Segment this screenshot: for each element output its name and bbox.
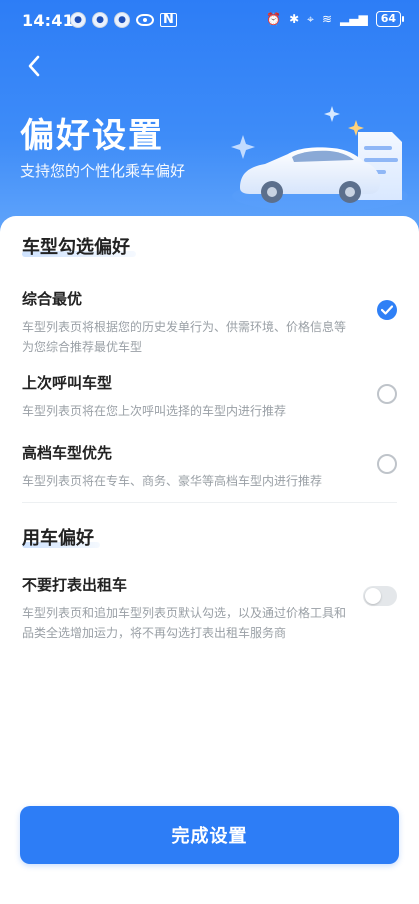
- radio-unchecked-icon[interactable]: [377, 384, 397, 404]
- checkmark-icon: [381, 305, 393, 315]
- page-subtitle: 支持您的个性化乘车偏好: [20, 162, 186, 180]
- app-icon: ●: [114, 12, 130, 28]
- section-title-text: 车型勾选偏好: [22, 237, 130, 258]
- status-bar: 14:41 ● ● ● N ⏰ ✱ ⌖ ≋ ▂▄▆ 64: [0, 0, 419, 44]
- option-title: 高档车型优先: [22, 444, 113, 462]
- preference-settings-screen: 14:41 ● ● ● N ⏰ ✱ ⌖ ≋ ▂▄▆ 64 偏好设置 支持您的个性…: [0, 0, 419, 904]
- option-title: 不要打表出租车: [22, 576, 128, 594]
- location-icon: ⌖: [307, 11, 314, 26]
- radio-checked-icon[interactable]: [377, 300, 397, 320]
- option-title: 综合最优: [22, 290, 83, 308]
- back-button[interactable]: [18, 50, 50, 82]
- radio-unchecked-icon[interactable]: [377, 454, 397, 474]
- app-icon: ●: [92, 12, 108, 28]
- section-divider: [22, 502, 397, 503]
- signal-icon: ▂▄▆: [340, 12, 368, 26]
- option-premium-first[interactable]: 高档车型优先 车型列表页将在专车、商务、豪华等高档车型内进行推荐: [22, 442, 397, 491]
- alarm-icon: ⏰: [266, 12, 282, 26]
- battery-icon: 64: [375, 11, 405, 27]
- toggle-knob: [365, 588, 381, 604]
- battery-level: 64: [380, 12, 396, 25]
- status-time: 14:41: [22, 11, 74, 30]
- option-title: 上次呼叫车型: [22, 374, 113, 392]
- section-title-usage: 用车偏好: [22, 524, 100, 550]
- wifi-icon: ≋: [321, 12, 332, 26]
- section-title-car-type: 车型勾选偏好: [22, 233, 136, 259]
- option-comprehensive-best[interactable]: 综合最优 车型列表页将根据您的历史发单行为、供需环境、价格信息等为您综合推荐最优…: [22, 288, 397, 357]
- finish-settings-button[interactable]: 完成设置: [20, 806, 399, 864]
- status-left-icons: ● ● ● N: [70, 12, 177, 28]
- nfc-icon: N: [160, 13, 177, 27]
- content-card: 车型勾选偏好 综合最优 车型列表页将根据您的历史发单行为、供需环境、价格信息等为…: [0, 216, 419, 904]
- toggle-switch[interactable]: [363, 586, 397, 606]
- bluetooth-icon: ✱: [289, 12, 300, 26]
- car-illustration: [231, 106, 408, 212]
- chevron-left-icon: [28, 55, 40, 77]
- status-right-icons: ⏰ ✱ ⌖ ≋ ▂▄▆ 64: [266, 11, 405, 27]
- option-description: 车型列表页将在专车、商务、豪华等高档车型内进行推荐: [22, 474, 323, 488]
- page-title: 偏好设置: [20, 116, 164, 156]
- option-description: 车型列表页将在您上次呼叫选择的车型内进行推荐: [22, 404, 287, 418]
- app-icon: ●: [70, 12, 86, 28]
- option-description: 车型列表页和追加车型列表页默认勾选，以及通过价格工具和品类全选增加运力，将不再勾…: [22, 606, 347, 640]
- section-title-text: 用车偏好: [22, 528, 94, 549]
- option-description: 车型列表页将根据您的历史发单行为、供需环境、价格信息等为您综合推荐最优车型: [22, 320, 347, 354]
- option-no-metered-taxi[interactable]: 不要打表出租车 车型列表页和追加车型列表页默认勾选，以及通过价格工具和品类全选增…: [22, 574, 397, 643]
- option-last-called-type[interactable]: 上次呼叫车型 车型列表页将在您上次呼叫选择的车型内进行推荐: [22, 372, 397, 421]
- eye-icon: [136, 14, 154, 26]
